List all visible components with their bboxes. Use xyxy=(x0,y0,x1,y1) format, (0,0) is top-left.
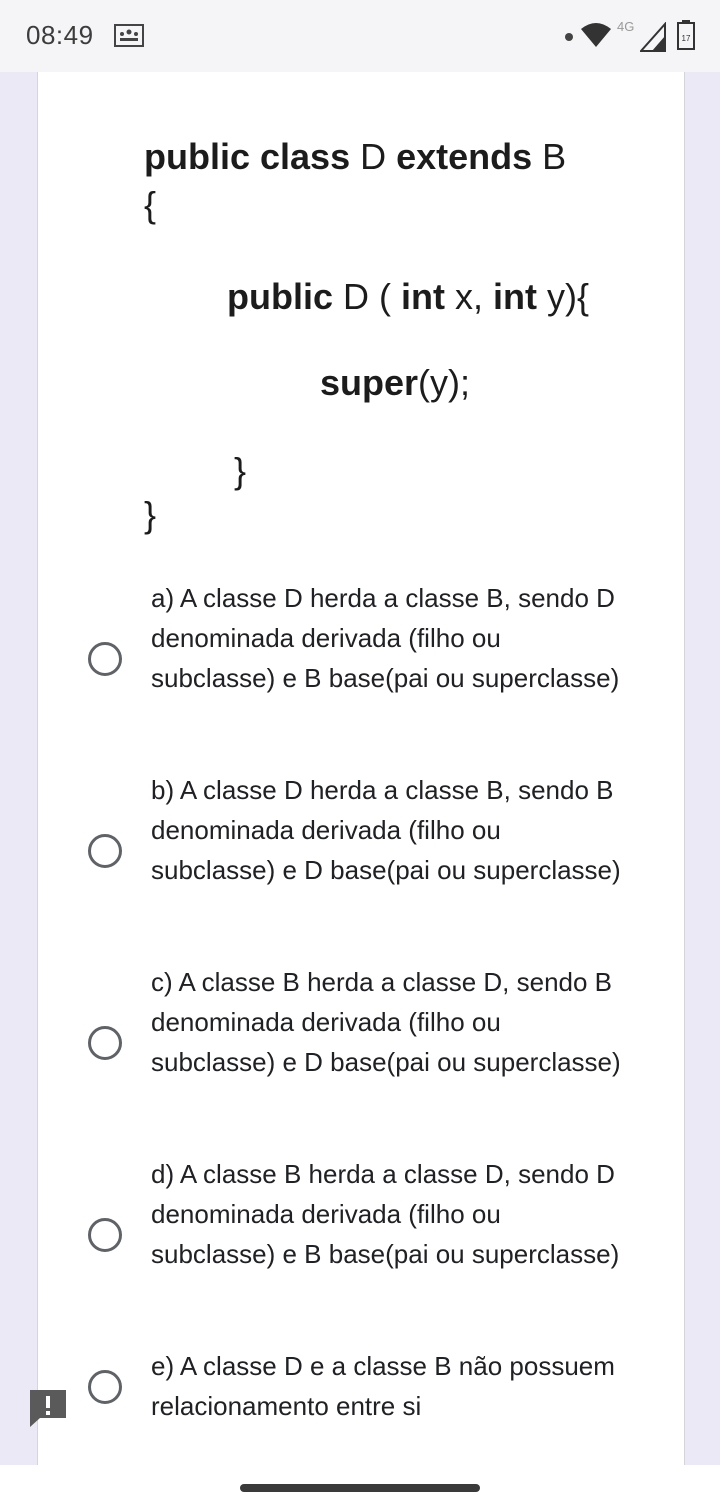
network-label: 4G xyxy=(617,19,635,34)
radio-button[interactable] xyxy=(88,1218,122,1252)
signal-icon xyxy=(640,22,666,52)
report-problem-icon[interactable] xyxy=(28,1388,68,1428)
code-line-4: super(y); xyxy=(320,362,471,403)
option-label[interactable]: b) A classe D herda a classe B, sendo B … xyxy=(151,770,631,890)
page-background-left xyxy=(0,72,37,1465)
code-line-5: } xyxy=(234,450,247,491)
code-line-2: { xyxy=(144,184,157,225)
code-line-1: public class D extends B xyxy=(144,136,567,177)
code-line-3: public D ( int x, int y){ xyxy=(227,276,589,317)
status-time: 08:49 xyxy=(26,20,94,50)
battery-icon: 17 xyxy=(677,20,695,50)
radio-button[interactable] xyxy=(88,642,122,676)
option-label[interactable]: d) A classe B herda a classe D, sendo D … xyxy=(151,1154,631,1274)
code-line-6: } xyxy=(144,494,157,535)
radio-button[interactable] xyxy=(88,1370,122,1404)
option-label[interactable]: c) A classe B herda a classe D, sendo B … xyxy=(151,962,631,1082)
option-label[interactable]: a) A classe D herda a classe B, sendo D … xyxy=(151,578,631,698)
battery-level: 17 xyxy=(682,34,691,43)
radio-button[interactable] xyxy=(88,834,122,868)
radio-button[interactable] xyxy=(88,1026,122,1060)
status-bar: 08:49 4G 17 xyxy=(0,0,720,72)
page-background-right xyxy=(684,72,720,1465)
notification-icon xyxy=(114,24,144,47)
question-card: public class D extends B { public D ( in… xyxy=(37,72,685,1465)
status-dot xyxy=(565,33,573,41)
option-label[interactable]: e) A classe D e a classe B não possuem r… xyxy=(151,1346,631,1426)
home-indicator[interactable] xyxy=(240,1484,480,1492)
wifi-icon xyxy=(581,23,611,47)
